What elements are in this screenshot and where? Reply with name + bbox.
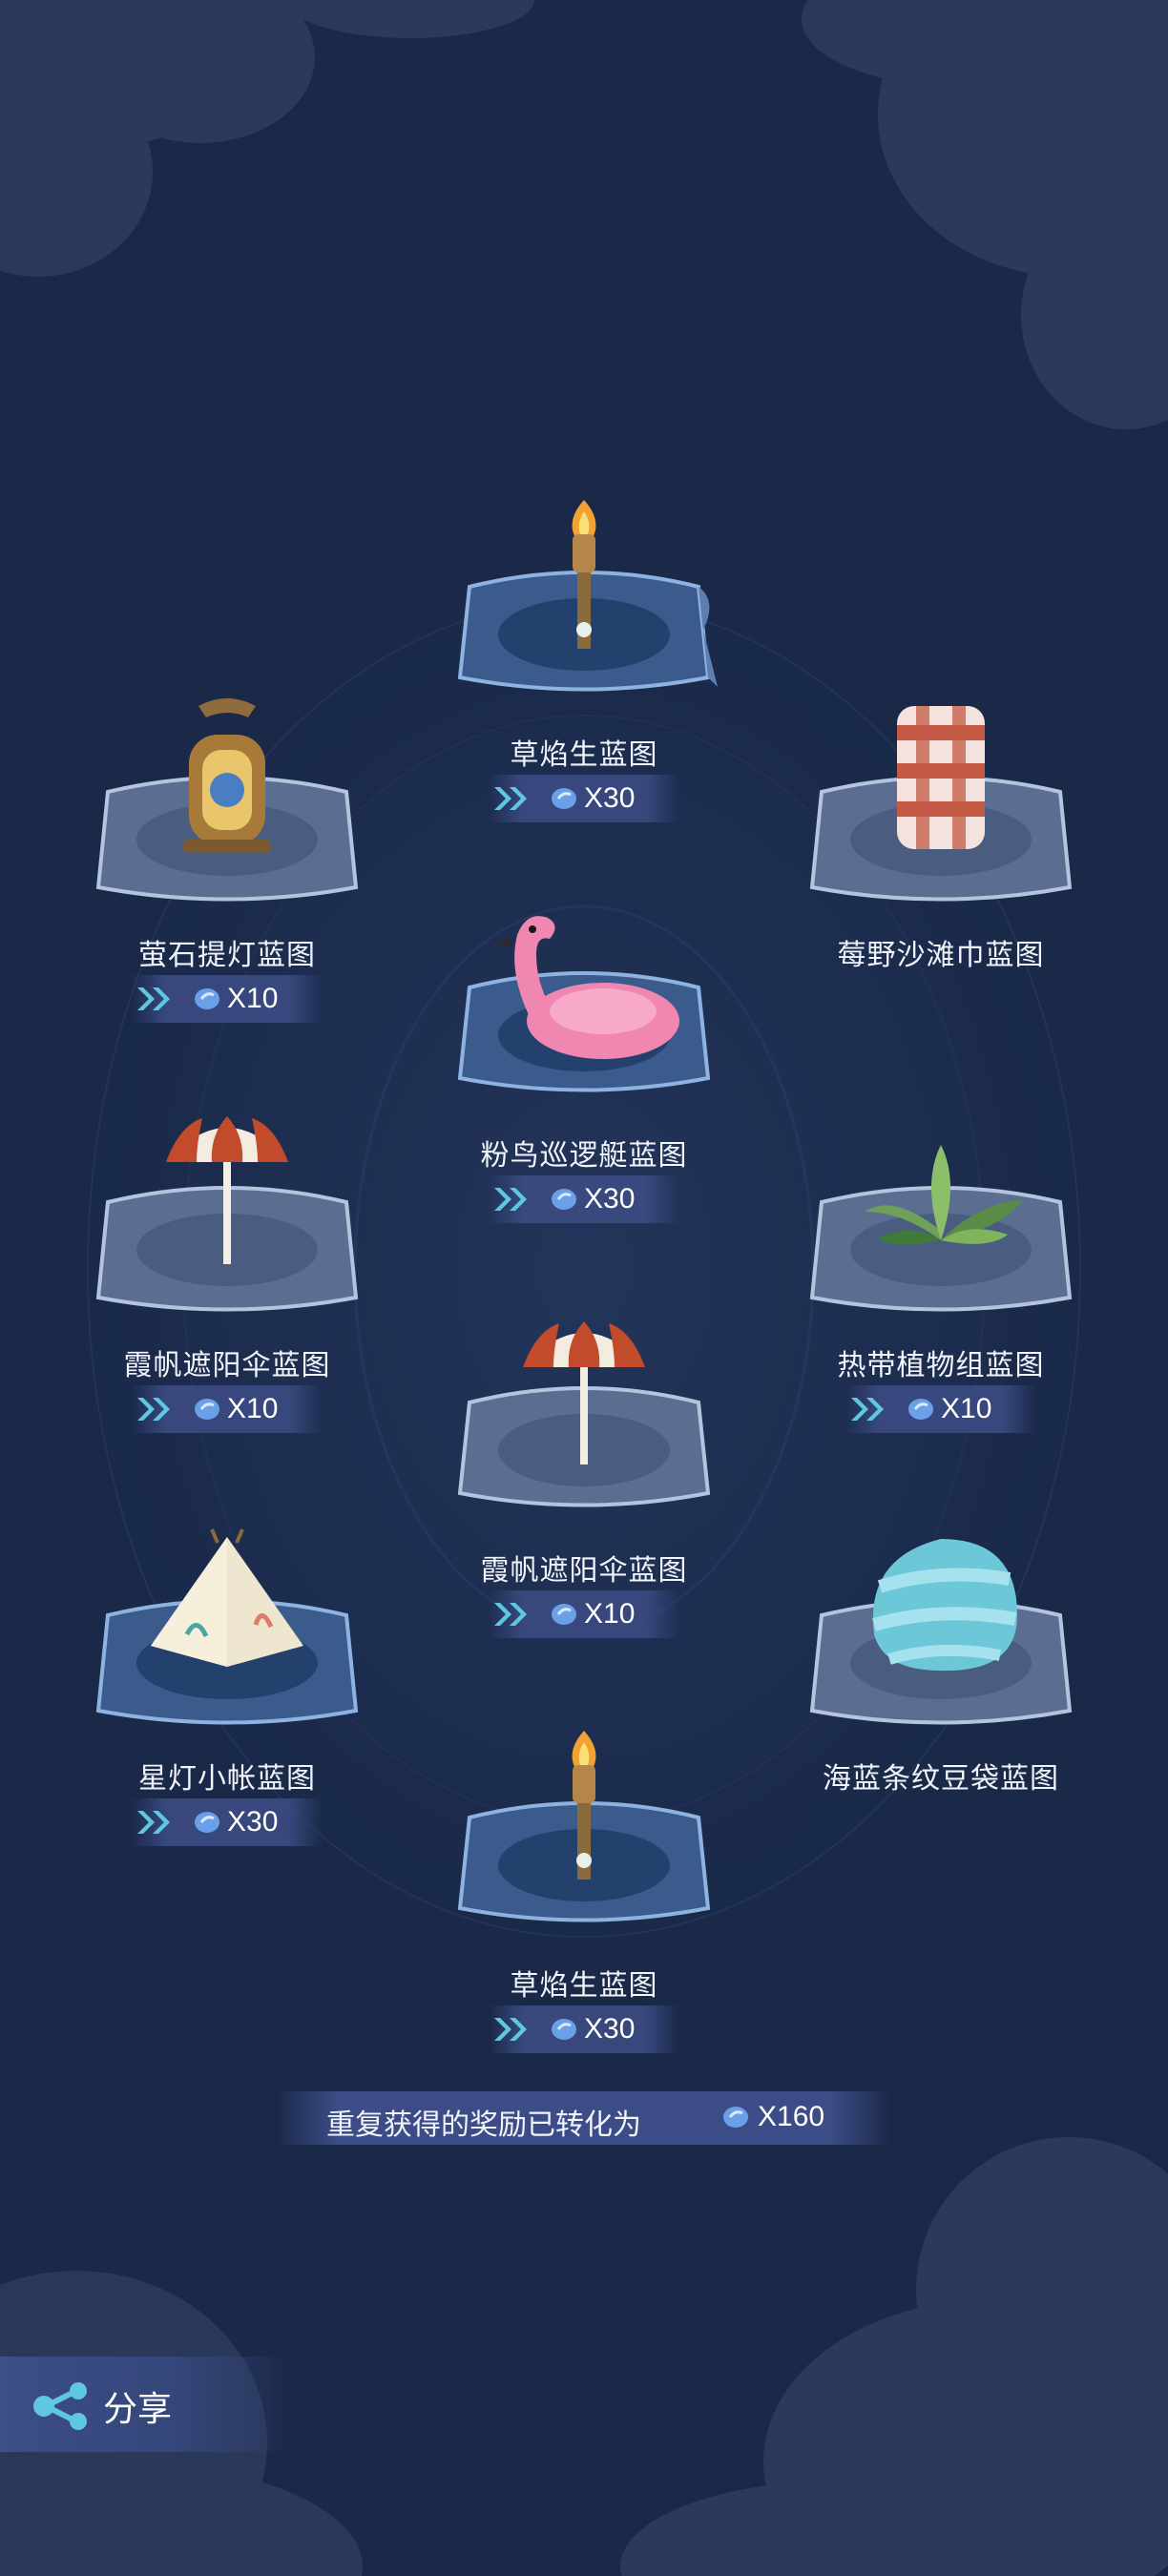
reward-label: 霞帆遮阳伞蓝图 — [123, 1349, 331, 1382]
reward-label: 海蓝条纹豆袋蓝图 — [823, 1762, 1059, 1796]
reward-count-chip: X10 — [132, 1385, 323, 1433]
reward-count: X10 — [227, 1393, 279, 1424]
reward-label: 粉鸟巡逻艇蓝图 — [480, 1139, 688, 1173]
summary-text: 重复获得的奖励已转化为 — [326, 2109, 641, 2142]
reward-card: 萤石提灯蓝图 X10 — [84, 696, 370, 1040]
parasol-icon — [95, 1116, 359, 1312]
share-label: 分享 — [103, 2390, 173, 2429]
reward-count-chip: X30 — [489, 2005, 679, 2053]
reward-screen: 草焰生蓝图 X30 萤石提灯蓝图 X10 莓野沙滩巾蓝图 粉鸟巡逻艇蓝图 X30… — [0, 0, 1168, 2576]
reward-label: 星灯小帐蓝图 — [138, 1762, 316, 1796]
reward-count-chip: X10 — [845, 1385, 1036, 1433]
reward-count-chip: X10 — [132, 975, 323, 1023]
blue-gem-icon — [552, 1604, 576, 1625]
chevron-right-icon — [494, 1603, 527, 1626]
blue-gem-icon — [195, 1812, 219, 1833]
reward-label: 热带植物组蓝图 — [837, 1349, 1045, 1382]
blue-gem-icon — [552, 2019, 576, 2040]
chevron-right-icon — [137, 1811, 170, 1834]
reward-count: X30 — [584, 1183, 636, 1215]
chevron-right-icon — [494, 787, 527, 810]
chevron-right-icon — [137, 1398, 170, 1421]
reward-card: 草焰生蓝图 X30 — [441, 1727, 727, 2070]
chevron-right-icon — [494, 2018, 527, 2041]
tropical-plants-icon — [809, 1145, 1073, 1312]
reward-label: 草焰生蓝图 — [510, 1969, 658, 2003]
reward-label: 霞帆遮阳伞蓝图 — [480, 1554, 688, 1588]
blue-gem-icon — [552, 1189, 576, 1210]
beach-towel-icon — [809, 706, 1073, 902]
blue-gem-icon — [723, 2107, 748, 2128]
chevron-right-icon — [851, 1398, 884, 1421]
share-button[interactable]: 分享 — [0, 2357, 286, 2452]
reward-card: 霞帆遮阳伞蓝图 X10 — [441, 1312, 727, 1655]
reward-count: X10 — [227, 983, 279, 1014]
reward-card: 粉鸟巡逻艇蓝图 X30 — [441, 897, 727, 1240]
parasol-icon — [457, 1321, 711, 1507]
reward-card: 莓野沙滩巾蓝图 — [798, 696, 1084, 1040]
reward-count-chip: X30 — [489, 1175, 679, 1223]
reward-label: 萤石提灯蓝图 — [138, 939, 316, 972]
chevron-right-icon — [494, 1188, 527, 1211]
reward-count: X30 — [584, 782, 636, 814]
blue-gem-icon — [552, 788, 576, 809]
reward-label: 莓野沙滩巾蓝图 — [837, 939, 1045, 972]
reward-card: 霞帆遮阳伞蓝图 X10 — [84, 1107, 370, 1450]
reward-count: X30 — [584, 2013, 636, 2045]
reward-count-chip: X30 — [132, 1798, 323, 1846]
flamingo-float-icon — [457, 916, 711, 1092]
reward-card: 草焰生蓝图 X30 — [441, 496, 727, 840]
summary-count: X160 — [758, 2101, 825, 2132]
reward-card: 星灯小帐蓝图 X30 — [84, 1520, 370, 1863]
reward-card: 海蓝条纹豆袋蓝图 — [798, 1520, 1084, 1863]
torch-icon — [457, 500, 718, 692]
blue-gem-icon — [195, 988, 219, 1009]
reward-count: X10 — [941, 1393, 992, 1424]
reward-count: X10 — [584, 1598, 636, 1630]
reward-count-chip: X10 — [489, 1590, 679, 1638]
reward-count-chip: X30 — [489, 775, 679, 822]
tent-icon — [95, 1528, 359, 1725]
blue-gem-icon — [908, 1399, 933, 1420]
blue-gem-icon — [195, 1399, 219, 1420]
reward-card: 热带植物组蓝图 X10 — [798, 1107, 1084, 1450]
share-icon — [33, 2382, 87, 2430]
torch-icon — [457, 1731, 711, 1922]
duplicate-conversion-summary: 重复获得的奖励已转化为 X160 — [277, 2091, 891, 2145]
chevron-right-icon — [137, 987, 170, 1010]
beanbag-icon — [809, 1539, 1073, 1725]
reward-label: 草焰生蓝图 — [510, 738, 658, 772]
lantern-icon — [95, 698, 359, 902]
reward-count: X30 — [227, 1806, 279, 1838]
